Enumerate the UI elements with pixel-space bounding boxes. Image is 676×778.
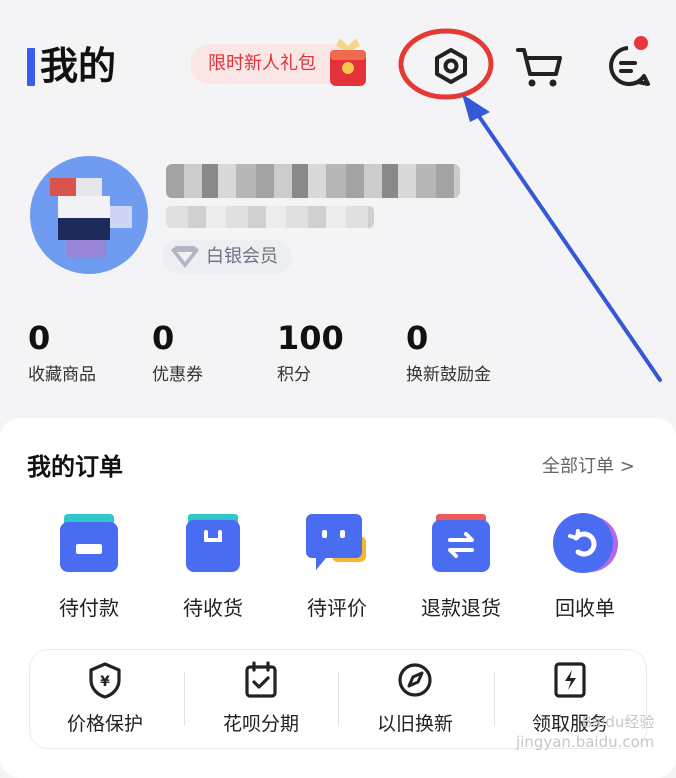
settings-icon bbox=[435, 48, 467, 84]
cart-icon bbox=[516, 48, 562, 87]
stat-value: 0 bbox=[406, 319, 429, 357]
gift-label: 限时新人礼包 bbox=[208, 53, 316, 74]
service-trade-in[interactable]: 以旧换新 bbox=[339, 660, 491, 738]
stat-label: 换新鼓励金 bbox=[406, 365, 491, 385]
watermark-line: jingyan.baidu.com bbox=[516, 733, 655, 751]
service-bolt-icon bbox=[550, 660, 590, 700]
stat-value: 0 bbox=[28, 319, 51, 357]
stat-value: 0 bbox=[152, 319, 175, 357]
service-label: 花呗分期 bbox=[222, 713, 299, 735]
recycle-icon bbox=[550, 508, 620, 578]
service-label: 以旧换新 bbox=[376, 713, 453, 735]
stat-trade-in-bonus[interactable]: 0 换新鼓励金 bbox=[406, 318, 491, 388]
watermark-line: Baidu经验 bbox=[581, 713, 655, 731]
order-label: 回收单 bbox=[555, 596, 615, 620]
stat-points[interactable]: 100 积分 bbox=[277, 318, 344, 388]
cart-button[interactable] bbox=[510, 36, 570, 96]
svg-text:¥: ¥ bbox=[100, 674, 110, 690]
order-label: 待收货 bbox=[183, 596, 243, 620]
avatar[interactable] bbox=[30, 156, 148, 274]
diamond-icon bbox=[171, 246, 199, 268]
member-level-label: 白银会员 bbox=[206, 246, 278, 267]
order-refund-return[interactable]: 退款退货 bbox=[399, 508, 523, 622]
stat-coupons[interactable]: 0 优惠券 bbox=[152, 318, 203, 388]
stat-value: 100 bbox=[277, 319, 344, 357]
unread-dot bbox=[634, 36, 648, 50]
service-installment[interactable]: 花呗分期 bbox=[185, 660, 337, 738]
order-label: 待评价 bbox=[307, 596, 367, 620]
gift-box-icon bbox=[328, 34, 368, 88]
orders-title: 我的订单 bbox=[27, 453, 123, 481]
service-price-protection[interactable]: ¥ 价格保护 bbox=[29, 660, 181, 738]
messages-button[interactable] bbox=[598, 36, 658, 96]
stat-favorites[interactable]: 0 收藏商品 bbox=[28, 318, 96, 388]
order-label: 退款退货 bbox=[421, 596, 501, 620]
stat-label: 优惠券 bbox=[152, 365, 203, 385]
user-subtitle-redacted bbox=[166, 206, 374, 228]
pointer-arrow-line bbox=[474, 110, 662, 382]
title-accent-bar bbox=[27, 48, 35, 86]
trade-in-icon bbox=[395, 660, 435, 700]
order-label: 待付款 bbox=[59, 596, 119, 620]
wallet-icon bbox=[54, 508, 124, 578]
order-recycle[interactable]: 回收单 bbox=[523, 508, 647, 622]
package-icon bbox=[178, 508, 248, 578]
all-orders-link[interactable]: 全部订单 > bbox=[542, 454, 635, 480]
refund-icon bbox=[426, 508, 496, 578]
order-pending-payment[interactable]: 待付款 bbox=[27, 508, 151, 622]
watermark: Baidu经验 jingyan.baidu.com bbox=[516, 712, 654, 752]
page-title: 我的 bbox=[40, 44, 117, 88]
review-chat-icon bbox=[302, 508, 372, 578]
order-pending-receipt[interactable]: 待收货 bbox=[151, 508, 275, 622]
settings-button[interactable] bbox=[421, 36, 481, 96]
service-label: 价格保护 bbox=[66, 713, 143, 735]
order-pending-review[interactable]: 待评价 bbox=[275, 508, 399, 622]
message-icon bbox=[609, 46, 650, 87]
username-redacted bbox=[166, 164, 460, 198]
price-shield-icon: ¥ bbox=[85, 660, 125, 700]
pointer-arrow-head bbox=[462, 94, 490, 122]
calendar-check-icon bbox=[241, 660, 281, 700]
stat-label: 收藏商品 bbox=[28, 365, 96, 385]
stat-label: 积分 bbox=[277, 365, 311, 385]
member-level-badge[interactable]: 白银会员 bbox=[162, 240, 292, 274]
